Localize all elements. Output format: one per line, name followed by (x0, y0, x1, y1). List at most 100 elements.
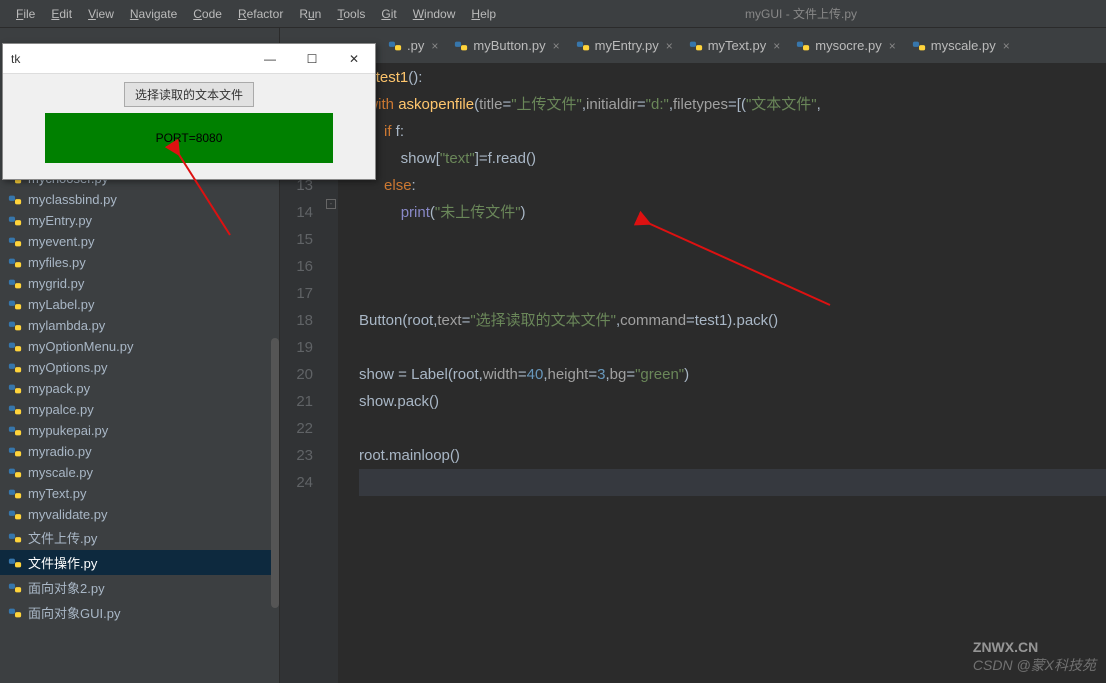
code-line[interactable]: with askopenfile(title="上传文件",initialdir… (359, 91, 1106, 118)
file-item[interactable]: mygrid.py (0, 273, 279, 294)
close-tab-icon[interactable]: × (889, 39, 896, 53)
code-line[interactable]: ef test1(): (359, 64, 1106, 91)
file-name: 文件上传.py (28, 528, 97, 547)
menu-window[interactable]: Window (405, 7, 464, 21)
tab-label: .py (407, 38, 424, 53)
file-item[interactable]: 面向对象GUI.py (0, 600, 279, 625)
python-file-icon (8, 424, 22, 438)
result-label: PORT=8080 (45, 113, 333, 163)
tk-app-window[interactable]: tk — ☐ ✕ 选择读取的文本文件 PORT=8080 (2, 43, 376, 180)
file-name: myevent.py (28, 234, 94, 249)
file-item[interactable]: myLabel.py (0, 294, 279, 315)
python-file-icon (8, 193, 22, 207)
close-button[interactable]: ✕ (333, 44, 375, 74)
tab-label: myButton.py (473, 38, 545, 53)
line-number: 17 (280, 280, 313, 307)
line-number: 21 (280, 388, 313, 415)
file-item[interactable]: myclassbind.py (0, 189, 279, 210)
choose-file-button[interactable]: 选择读取的文本文件 (124, 82, 254, 107)
python-file-icon (8, 508, 22, 522)
file-item[interactable]: myEntry.py (0, 210, 279, 231)
file-name: mypukepai.py (28, 423, 108, 438)
python-file-icon (8, 277, 22, 291)
code-line[interactable]: root.mainloop() (359, 442, 1106, 469)
file-item[interactable]: mylambda.py (0, 315, 279, 336)
python-file-icon (576, 39, 590, 53)
code-line[interactable]: else: (359, 172, 1106, 199)
file-name: myradio.py (28, 444, 92, 459)
file-item[interactable]: mypack.py (0, 378, 279, 399)
file-item[interactable]: myfiles.py (0, 252, 279, 273)
python-file-icon (8, 403, 22, 417)
fold-marker-icon[interactable]: - (326, 199, 336, 209)
code-area[interactable]: 9101112131415161718192021222324 - ef tes… (280, 64, 1106, 683)
close-tab-icon[interactable]: × (773, 39, 780, 53)
code-line[interactable]: show["text"]=f.read() (359, 145, 1106, 172)
file-item[interactable]: myOptionMenu.py (0, 336, 279, 357)
code-line[interactable]: if f: (359, 118, 1106, 145)
code-line[interactable] (359, 253, 1106, 280)
close-tab-icon[interactable]: × (553, 39, 560, 53)
menu-refactor[interactable]: Refactor (230, 7, 291, 21)
file-item[interactable]: myevent.py (0, 231, 279, 252)
line-number: 19 (280, 334, 313, 361)
python-file-icon (8, 466, 22, 480)
menu-git[interactable]: Git (373, 7, 404, 21)
maximize-button[interactable]: ☐ (291, 44, 333, 74)
line-number: 20 (280, 361, 313, 388)
menu-view[interactable]: View (80, 7, 122, 21)
python-file-icon (388, 39, 402, 53)
file-name: myclassbind.py (28, 192, 117, 207)
code-line[interactable]: show.pack() (359, 388, 1106, 415)
close-tab-icon[interactable]: × (666, 39, 673, 53)
code-line[interactable]: Button(root,text="选择读取的文本文件",command=tes… (359, 307, 1106, 334)
menu-code[interactable]: Code (185, 7, 230, 21)
editor-tab[interactable]: mysocre.py× (788, 28, 903, 63)
python-file-icon (8, 581, 22, 595)
line-number: 16 (280, 253, 313, 280)
code-line[interactable]: show = Label(root,width=40,height=3,bg="… (359, 361, 1106, 388)
python-file-icon (454, 39, 468, 53)
menu-navigate[interactable]: Navigate (122, 7, 185, 21)
file-item[interactable]: myvalidate.py (0, 504, 279, 525)
file-item[interactable]: 文件上传.py (0, 525, 279, 550)
tab-label: myscale.py (931, 38, 996, 53)
code-line[interactable] (359, 280, 1106, 307)
editor-tab[interactable]: myscale.py × (904, 28, 1018, 63)
menu-help[interactable]: Help (463, 7, 504, 21)
editor-panel: .py×myButton.py×myEntry.py×myText.py×mys… (280, 28, 1106, 683)
file-name: 面向对象GUI.py (28, 603, 120, 622)
menu-tools[interactable]: Tools (329, 7, 373, 21)
file-item[interactable]: myOptions.py (0, 357, 279, 378)
menu-bar: File Edit View Navigate Code Refactor Ru… (0, 0, 1106, 28)
editor-tab[interactable]: myText.py × (681, 28, 789, 63)
file-item[interactable]: mypukepai.py (0, 420, 279, 441)
file-item[interactable]: myscale.py (0, 462, 279, 483)
code-line[interactable] (359, 226, 1106, 253)
tab-label: myText.py (708, 38, 767, 53)
code-line[interactable] (359, 334, 1106, 361)
file-item[interactable]: myText.py (0, 483, 279, 504)
editor-tab[interactable]: myEntry.py× (568, 28, 681, 63)
line-number: 14 (280, 199, 313, 226)
python-file-icon (8, 298, 22, 312)
file-item[interactable]: 文件操作.py (0, 550, 279, 575)
menu-run[interactable]: Run (291, 7, 329, 21)
editor-tab[interactable]: .py × (380, 28, 446, 63)
code-line[interactable] (359, 469, 1106, 496)
tk-titlebar[interactable]: tk — ☐ ✕ (3, 44, 375, 74)
menu-file[interactable]: File (8, 7, 43, 21)
close-tab-icon[interactable]: × (1003, 39, 1010, 53)
python-file-icon (8, 256, 22, 270)
minimize-button[interactable]: — (249, 44, 291, 74)
file-item[interactable]: 面向对象2.py (0, 575, 279, 600)
editor-tab[interactable]: myButton.py × (446, 28, 567, 63)
code-line[interactable]: print("未上传文件") (359, 199, 1106, 226)
code-line[interactable] (359, 415, 1106, 442)
sidebar-scrollbar[interactable] (271, 338, 279, 608)
python-file-icon (8, 319, 22, 333)
menu-edit[interactable]: Edit (43, 7, 80, 21)
close-tab-icon[interactable]: × (431, 39, 438, 53)
file-item[interactable]: myradio.py (0, 441, 279, 462)
file-item[interactable]: mypalce.py (0, 399, 279, 420)
